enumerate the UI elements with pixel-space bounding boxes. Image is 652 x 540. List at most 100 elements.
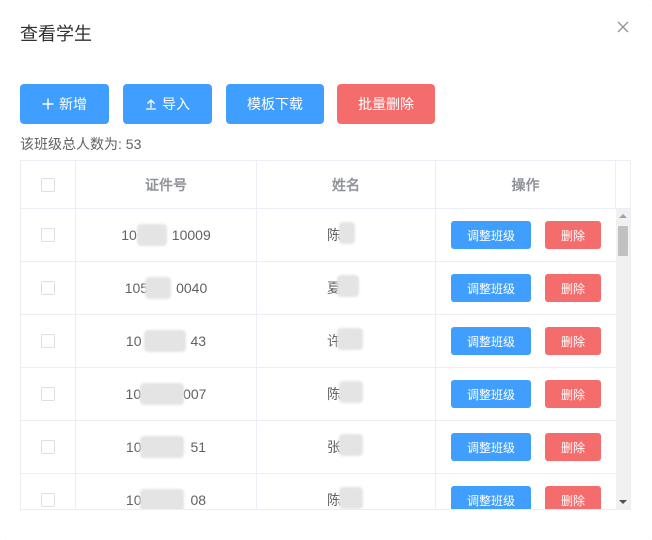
table-row: 105 0040 夏 调整班级 删除 (21, 262, 616, 315)
vertical-scrollbar[interactable] (616, 209, 630, 509)
scroll-thumb[interactable] (618, 226, 628, 256)
select-all-checkbox[interactable] (41, 178, 55, 192)
redaction-mask (143, 330, 186, 352)
table-header: 证件号 姓名 操作 (21, 161, 630, 209)
row-checkbox[interactable] (41, 281, 55, 295)
row-id: 10 007 (126, 383, 206, 405)
close-icon (617, 21, 629, 33)
row-id: 10 51 (126, 436, 206, 458)
template-download-label: 模板下载 (247, 96, 303, 112)
redaction-mask (339, 487, 363, 509)
adjust-class-button[interactable]: 调整班级 (451, 380, 531, 408)
redaction-mask (137, 224, 168, 246)
redaction-mask (139, 383, 184, 405)
plus-icon (42, 98, 54, 110)
add-button[interactable]: 新增 (20, 84, 109, 124)
row-id: 10 08 (126, 489, 206, 509)
scroll-up-arrow-icon[interactable] (616, 209, 630, 223)
row-id: 10 43 (126, 330, 206, 352)
row-name: 张 (327, 434, 365, 457)
table-row: 10 007 陈 调整班级 删除 (21, 368, 616, 421)
row-checkbox[interactable] (41, 440, 55, 454)
adjust-class-button[interactable]: 调整班级 (451, 327, 531, 355)
row-checkbox[interactable] (41, 493, 55, 507)
header-id: 证件号 (76, 161, 257, 209)
row-select-cell (21, 262, 76, 314)
row-id-cell: 10 51 (76, 421, 257, 473)
redaction-mask (337, 328, 363, 350)
row-id-cell: 10 08 (76, 474, 257, 509)
upload-icon (145, 98, 157, 110)
row-name: 陈 (327, 487, 365, 509)
adjust-class-button[interactable]: 调整班级 (451, 221, 531, 249)
row-id-cell: 10 43 (76, 315, 257, 367)
delete-button[interactable]: 删除 (545, 433, 601, 461)
row-name-cell: 陈 (257, 474, 436, 509)
redaction-mask (139, 436, 184, 458)
students-table: 证件号 姓名 操作 10 10009 陈调整班级 删除 105 0040 夏调整班级 删除… (20, 160, 631, 510)
row-checkbox[interactable] (41, 334, 55, 348)
header-gutter (616, 161, 630, 209)
header-action: 操作 (436, 161, 616, 209)
row-select-cell (21, 368, 76, 420)
adjust-class-button[interactable]: 调整班级 (451, 274, 531, 302)
row-id-cell: 105 0040 (76, 262, 257, 314)
redaction-mask (339, 434, 363, 456)
import-button[interactable]: 导入 (123, 84, 212, 124)
redaction-mask (139, 489, 184, 509)
row-checkbox[interactable] (41, 387, 55, 401)
delete-button[interactable]: 删除 (545, 486, 601, 509)
row-id: 105 0040 (125, 277, 207, 299)
table-row: 10 43 许 调整班级 删除 (21, 315, 616, 368)
table-row: 10 10009 陈 调整班级 删除 (21, 209, 616, 262)
redaction-mask (144, 277, 171, 299)
table-body: 10 10009 陈调整班级 删除 105 0040 夏调整班级 删除 10 43 许调整班级… (21, 209, 616, 509)
select-all-cell (21, 161, 76, 209)
row-name: 许 (327, 328, 365, 351)
row-name: 陈 (327, 222, 365, 245)
view-students-dialog: 查看学生 新增 导入 模板下载 批量删除 该班级总人数为: 53 证件号 姓名 … (0, 0, 652, 540)
redaction-mask (339, 222, 355, 244)
row-select-cell (21, 209, 76, 261)
redaction-mask (337, 275, 359, 297)
row-action-cell: 调整班级 删除 (436, 262, 616, 314)
total-count-text: 该班级总人数为: 53 (20, 136, 142, 152)
row-action-cell: 调整班级 删除 (436, 474, 616, 509)
row-select-cell (21, 315, 76, 367)
import-button-label: 导入 (162, 96, 190, 112)
row-name-cell: 夏 (257, 262, 436, 314)
batch-delete-label: 批量删除 (358, 96, 414, 112)
row-select-cell (21, 474, 76, 509)
row-name-cell: 张 (257, 421, 436, 473)
row-name: 夏 (327, 275, 365, 298)
delete-button[interactable]: 删除 (545, 221, 601, 249)
row-id-cell: 10 10009 (76, 209, 257, 261)
table-row: 10 51 张 调整班级 删除 (21, 421, 616, 474)
row-name-cell: 陈 (257, 209, 436, 261)
row-action-cell: 调整班级 删除 (436, 209, 616, 261)
delete-button[interactable]: 删除 (545, 380, 601, 408)
row-id-cell: 10 007 (76, 368, 257, 420)
adjust-class-button[interactable]: 调整班级 (451, 486, 531, 509)
delete-button[interactable]: 删除 (545, 274, 601, 302)
template-download-button[interactable]: 模板下载 (226, 84, 324, 124)
delete-button[interactable]: 删除 (545, 327, 601, 355)
redaction-mask (339, 381, 363, 403)
table-row: 10 08 陈 调整班级 删除 (21, 474, 616, 509)
dialog-title: 查看学生 (20, 24, 92, 44)
scroll-down-arrow-icon[interactable] (616, 495, 630, 509)
batch-delete-button[interactable]: 批量删除 (337, 84, 435, 124)
row-action-cell: 调整班级 删除 (436, 315, 616, 367)
row-select-cell (21, 421, 76, 473)
row-action-cell: 调整班级 删除 (436, 421, 616, 473)
adjust-class-button[interactable]: 调整班级 (451, 433, 531, 461)
header-name: 姓名 (257, 161, 436, 209)
row-name-cell: 陈 (257, 368, 436, 420)
row-action-cell: 调整班级 删除 (436, 368, 616, 420)
row-name: 陈 (327, 381, 365, 404)
row-checkbox[interactable] (41, 228, 55, 242)
row-id: 10 10009 (121, 224, 211, 246)
close-button[interactable] (614, 18, 632, 36)
add-button-label: 新增 (59, 96, 87, 112)
row-name-cell: 许 (257, 315, 436, 367)
